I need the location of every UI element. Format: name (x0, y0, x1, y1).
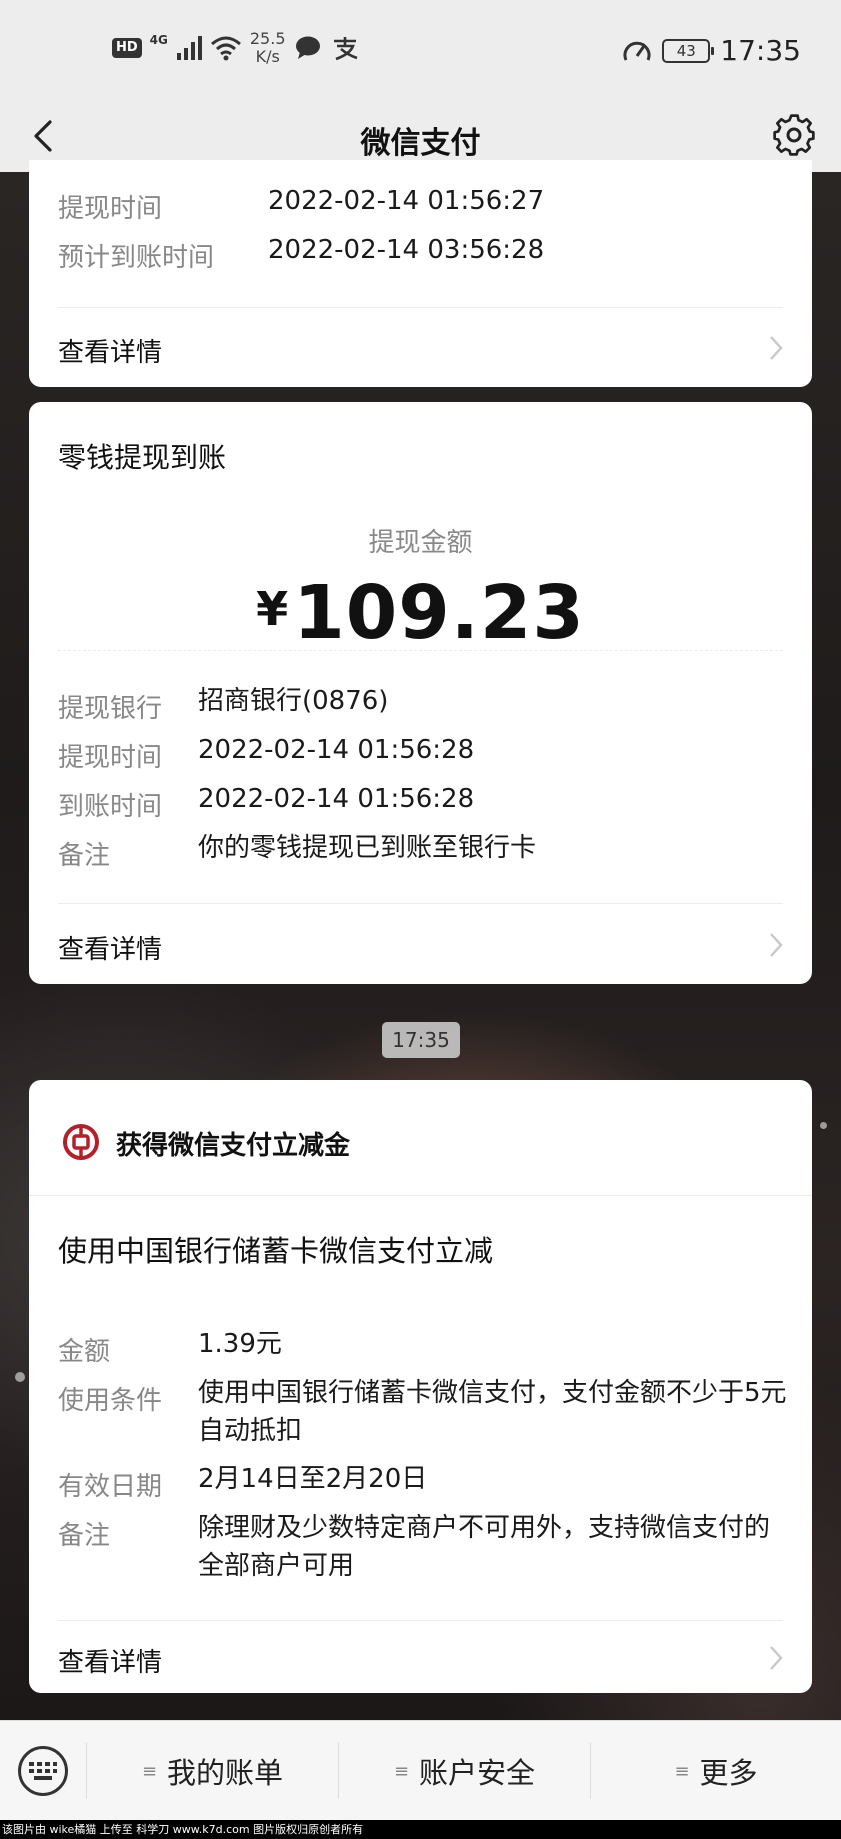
row-value: 你的零钱提现已到账至银行卡 (198, 833, 537, 863)
network-speed: 25.5 K/s (250, 30, 286, 66)
row-value: 2月14日至2月20日 (198, 1464, 428, 1494)
chevron-right-icon (770, 336, 783, 360)
view-details-link[interactable]: 查看详情 (58, 929, 162, 966)
menu-label: 账户安全 (419, 1756, 536, 1790)
menu-label: 更多 (699, 1756, 758, 1790)
divider (58, 307, 783, 308)
row-value: 招商银行(0876) (198, 686, 389, 716)
menu-my-bills[interactable]: ≡ 我的账单 (87, 1721, 338, 1821)
row-label: 金额 (58, 1337, 111, 1367)
keyboard-icon (29, 1762, 57, 1780)
discount-card: 获得微信支付立减金 使用中国银行储蓄卡微信支付立减 金额 1.39元 使用条件 … (29, 1080, 812, 1693)
status-bar: HD 4G 25.5 K/s 43 17:35 (0, 0, 841, 100)
divider (58, 903, 783, 904)
row-value: 除理财及少数特定商户不可用外，支持微信支付的全部商户可用 (198, 1513, 771, 1581)
row-value: 1.39元 (198, 1329, 282, 1359)
row-value: 2022-02-14 01:56:28 (198, 784, 475, 814)
signal-icon (176, 36, 202, 60)
row-label: 备注 (58, 841, 111, 871)
card-title: 使用中国银行储蓄卡微信支付立减 (58, 1234, 494, 1268)
withdraw-card-previous: 提现时间 2022-02-14 01:56:27 预计到账时间 2022-02-… (29, 160, 812, 387)
wifi-icon (210, 36, 241, 61)
battery-level: 43 (676, 41, 696, 60)
watermark-text: 该图片由 wike橘猫 上传至 科学刀 www.k7d.com 图片版权归原创者… (0, 1820, 841, 1839)
snow-dot (15, 1372, 25, 1382)
row-value: 2022-02-14 01:56:28 (198, 735, 475, 765)
amount-value: 109.23 (293, 570, 585, 656)
menu-list-icon: ≡ (393, 1760, 410, 1782)
row-value: 使用中国银行储蓄卡微信支付，支付金额不少于5元自动抵扣 (198, 1378, 787, 1446)
row-label: 预计到账时间 (58, 243, 215, 273)
view-details-link[interactable]: 查看详情 (58, 1642, 162, 1679)
menu-list-icon: ≡ (674, 1760, 690, 1782)
message-icon (295, 36, 320, 59)
bank-of-china-icon (63, 1124, 99, 1160)
row-label: 提现银行 (58, 694, 163, 724)
speed-unit: K/s (255, 47, 280, 66)
network-type: 4G (149, 33, 168, 47)
row-label: 提现时间 (58, 194, 163, 224)
row-value: 2022-02-14 03:56:28 (268, 235, 545, 265)
row-value: 2022-02-14 01:56:27 (268, 186, 545, 216)
row-label: 到账时间 (58, 792, 163, 822)
snow-dot (820, 1122, 827, 1129)
withdraw-arrived-card: 零钱提现到账 提现金额 ¥ 109.23 提现银行 招商银行(0876) 提现时… (29, 402, 812, 984)
gear-icon[interactable] (771, 112, 817, 158)
card-header: 获得微信支付立减金 (116, 1131, 351, 1161)
divider (29, 1195, 812, 1196)
battery-icon: 43 (662, 38, 715, 63)
message-timestamp: 17:35 (382, 1022, 460, 1058)
row-label: 有效日期 (58, 1472, 163, 1502)
row-label: 备注 (58, 1521, 111, 1551)
hd-badge: HD (112, 38, 142, 58)
amount-label: 提现金额 (368, 528, 473, 558)
speedometer-icon (623, 41, 651, 61)
keyboard-toggle-button[interactable] (18, 1746, 68, 1796)
menu-label: 我的账单 (167, 1756, 284, 1790)
currency-symbol: ¥ (256, 582, 289, 636)
chevron-right-icon (770, 1646, 783, 1670)
row-label: 使用条件 (58, 1386, 163, 1416)
menu-more[interactable]: ≡ 更多 (591, 1721, 841, 1821)
menu-account-security[interactable]: ≡ 账户安全 (339, 1721, 590, 1821)
amount-display: ¥ 109.23 (29, 570, 812, 656)
divider (58, 650, 783, 651)
row-label: 提现时间 (58, 743, 163, 773)
view-details-link[interactable]: 查看详情 (58, 332, 162, 369)
status-time: 17:35 (720, 34, 801, 67)
card-title: 零钱提现到账 (58, 441, 227, 474)
divider (58, 1620, 783, 1621)
chevron-right-icon (770, 933, 783, 957)
menu-list-icon: ≡ (141, 1760, 158, 1782)
alipay-icon (333, 37, 357, 61)
page-title: 微信支付 (360, 126, 481, 161)
bottom-menu-bar: ≡ 我的账单 ≡ 账户安全 ≡ 更多 (0, 1720, 841, 1820)
speed-value: 25.5 (249, 29, 286, 48)
